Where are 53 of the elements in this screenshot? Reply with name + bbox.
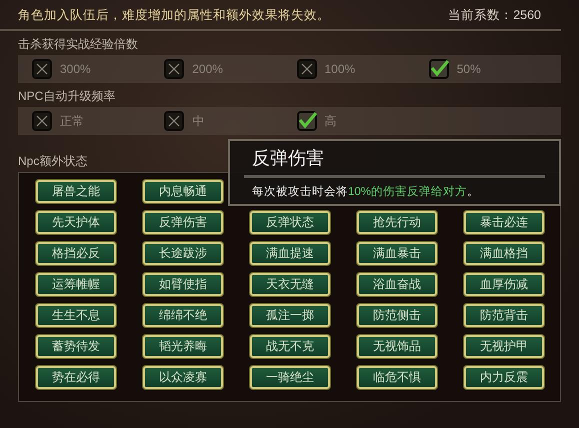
section-label: NPC自动升级频率 [18, 88, 116, 105]
coefficient-text: 当前系数：2560 [448, 7, 541, 24]
status-button[interactable]: 临危不惧 [357, 366, 437, 389]
status-button[interactable]: 天衣无缝 [250, 272, 330, 296]
unchecked-checkbox[interactable] [164, 58, 184, 79]
status-button[interactable]: 长途跋涉 [143, 242, 223, 265]
unchecked-checkbox[interactable] [296, 58, 316, 79]
option-label: 正常 [60, 112, 84, 130]
status-button[interactable]: 如臂使指 [143, 272, 223, 296]
notice-text: 角色加入队伍后，难度增加的属性和额外效果将失效。 [18, 7, 330, 24]
unchecked-checkbox[interactable] [32, 110, 52, 131]
status-button[interactable]: 满血格挡 [464, 242, 544, 265]
status-button[interactable]: 一骑绝尘 [250, 366, 330, 389]
checked-checkbox[interactable] [296, 110, 316, 131]
status-button[interactable]: 格挡必反 [36, 242, 116, 265]
option-label: 中 [192, 112, 204, 130]
status-button[interactable]: 满血提速 [250, 242, 330, 265]
status-button[interactable]: 生生不息 [36, 304, 116, 327]
status-button[interactable]: 韬光养晦 [143, 334, 223, 358]
status-button[interactable]: 无视护甲 [464, 334, 544, 358]
section-label: Npc额外状态 [18, 152, 88, 170]
status-button[interactable]: 先天护体 [36, 210, 116, 234]
status-button[interactable]: 反弹状态 [250, 210, 330, 234]
status-button[interactable]: 暴击必连 [464, 210, 544, 234]
status-button[interactable]: 内息畅通 [143, 180, 223, 203]
status-button[interactable]: 屠兽之能 [36, 180, 116, 203]
option-label: 300% [60, 60, 91, 78]
status-button[interactable]: 以众凌寡 [143, 366, 223, 389]
status-button[interactable]: 蓄势待发 [36, 334, 116, 358]
section-label: 击杀获得实战经验倍数 [18, 36, 138, 53]
status-button[interactable]: 内力反震 [464, 366, 544, 389]
tooltip-text: 每次被攻击时会将10%的伤害反弹给对方。 [251, 184, 480, 200]
status-button[interactable]: 无视饰品 [357, 334, 437, 358]
status-button[interactable]: 抢先行动 [357, 210, 437, 234]
option-label: 100% [324, 60, 356, 78]
status-button[interactable]: 浴血奋战 [357, 272, 437, 296]
checked-checkbox[interactable] [428, 58, 449, 79]
status-button[interactable]: 满血暴击 [357, 242, 437, 265]
status-button[interactable]: 反弹伤害 [143, 210, 223, 234]
status-button[interactable]: 血厚伤减 [464, 272, 544, 296]
status-button[interactable]: 战无不克 [250, 334, 330, 358]
status-button[interactable]: 运筹帷幄 [36, 272, 116, 296]
unchecked-checkbox[interactable] [32, 58, 52, 79]
option-label: 高 [324, 112, 336, 130]
unchecked-checkbox[interactable] [164, 110, 184, 131]
status-button[interactable]: 孤注一掷 [250, 304, 330, 327]
status-button[interactable]: 防范背击 [464, 304, 544, 327]
option-label: 200% [192, 60, 223, 78]
tooltip-title: 反弹伤害 [244, 143, 545, 178]
status-button[interactable]: 防范侧击 [357, 304, 437, 327]
status-button[interactable]: 绵绵不绝 [143, 304, 223, 327]
status-button[interactable]: 势在必得 [36, 366, 116, 389]
option-label: 50% [456, 60, 481, 78]
